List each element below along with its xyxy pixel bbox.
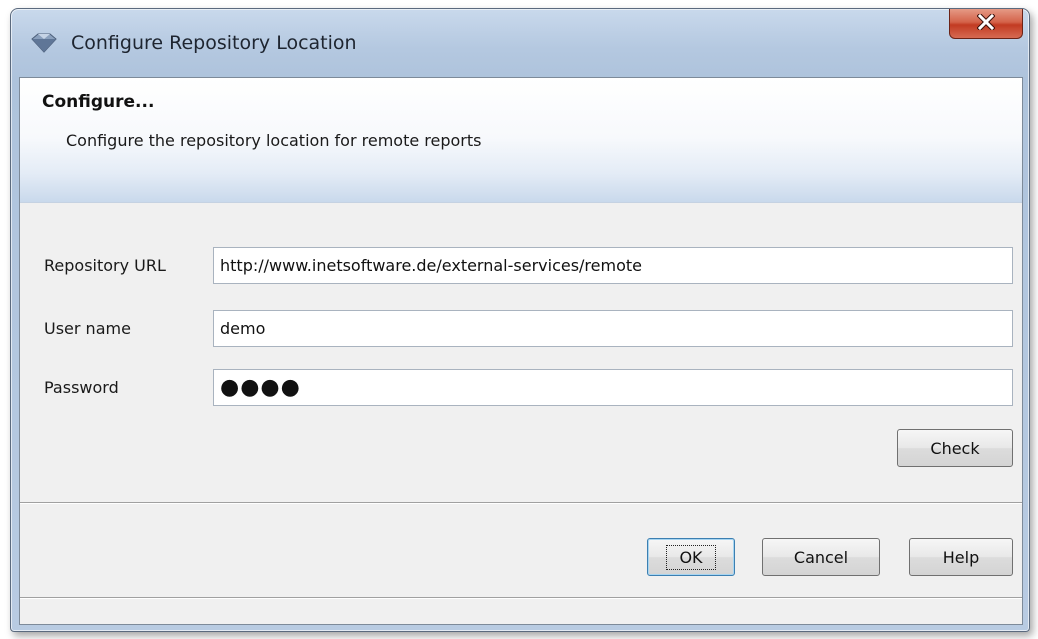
window-title: Configure Repository Location — [71, 32, 357, 54]
status-divider — [20, 597, 1022, 599]
close-button[interactable] — [949, 9, 1023, 39]
ok-label: OK — [666, 544, 716, 570]
ok-button[interactable]: OK — [647, 538, 735, 576]
close-icon — [976, 11, 996, 34]
repository-url-label: Repository URL — [44, 256, 166, 275]
password-masked-value: ●●●● — [220, 375, 301, 400]
check-button[interactable]: Check — [897, 429, 1013, 467]
dialog-window: Configure Repository Location Configure.… — [10, 8, 1030, 632]
banner-description: Configure the repository location for re… — [66, 131, 482, 150]
header-banner: Configure... Configure the repository lo… — [20, 78, 1022, 203]
dialog-content: Configure... Configure the repository lo… — [19, 77, 1023, 625]
user-name-input[interactable] — [213, 310, 1013, 347]
user-name-label: User name — [44, 319, 131, 338]
title-bar[interactable]: Configure Repository Location — [11, 9, 1029, 77]
repository-url-input[interactable] — [213, 247, 1013, 284]
help-button[interactable]: Help — [909, 538, 1013, 576]
cancel-button[interactable]: Cancel — [762, 538, 880, 576]
password-label: Password — [44, 378, 119, 397]
button-bar-divider — [20, 502, 1022, 504]
diamond-icon — [31, 33, 57, 53]
banner-heading: Configure... — [42, 92, 155, 112]
password-input[interactable]: ●●●● — [213, 369, 1013, 406]
